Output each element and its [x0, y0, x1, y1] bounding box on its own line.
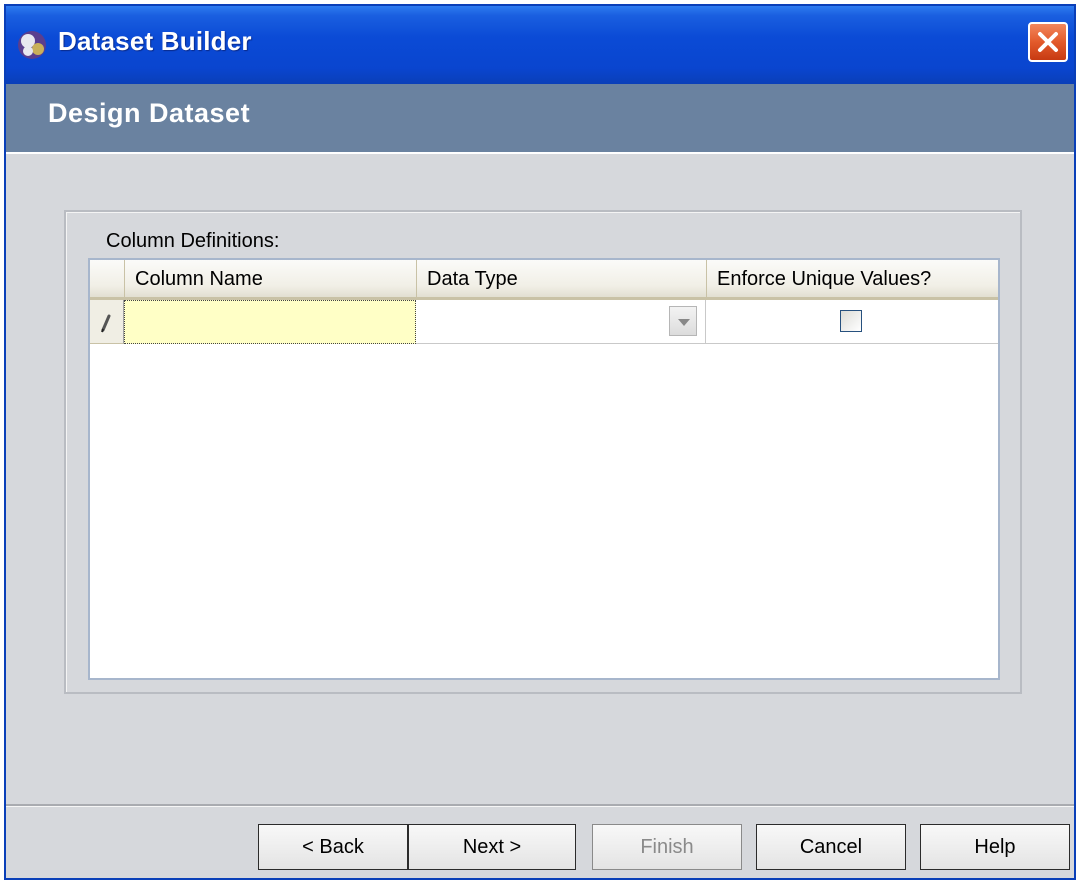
finish-button[interactable]: Finish: [592, 824, 742, 870]
back-button[interactable]: < Back: [258, 824, 408, 870]
column-definitions-grid[interactable]: Column Name Data Type Enforce Unique Val…: [88, 258, 1000, 680]
column-definitions-label: Column Definitions:: [106, 230, 280, 252]
help-button[interactable]: Help: [920, 824, 1070, 870]
footer-divider: [6, 804, 1074, 807]
header-divider: [6, 152, 1074, 154]
close-button[interactable]: [1028, 22, 1068, 62]
dataset-builder-window: Dataset Builder Design Dataset Column De…: [4, 4, 1076, 880]
dataset-builder-app-icon: [18, 31, 46, 59]
title-bar[interactable]: Dataset Builder: [6, 6, 1074, 84]
window-title: Dataset Builder: [58, 26, 252, 56]
next-button[interactable]: Next >: [408, 824, 576, 870]
enforce-unique-checkbox[interactable]: [840, 310, 862, 332]
column-header-enforce-unique[interactable]: Enforce Unique Values?: [706, 260, 998, 300]
data-type-dropdown-button[interactable]: [669, 306, 697, 336]
column-name-cell[interactable]: [124, 300, 416, 344]
enforce-unique-cell[interactable]: [706, 300, 998, 344]
wizard-step-title: Design Dataset: [48, 98, 251, 128]
row-selector[interactable]: [90, 300, 124, 344]
row-selector-header: [90, 260, 124, 300]
column-header-column-name[interactable]: Column Name: [124, 260, 416, 300]
close-icon: [1038, 32, 1058, 52]
column-header-data-type[interactable]: Data Type: [416, 260, 706, 300]
cancel-button[interactable]: Cancel: [756, 824, 906, 870]
data-type-cell[interactable]: [416, 300, 706, 344]
pencil-edit-icon: [101, 314, 111, 333]
